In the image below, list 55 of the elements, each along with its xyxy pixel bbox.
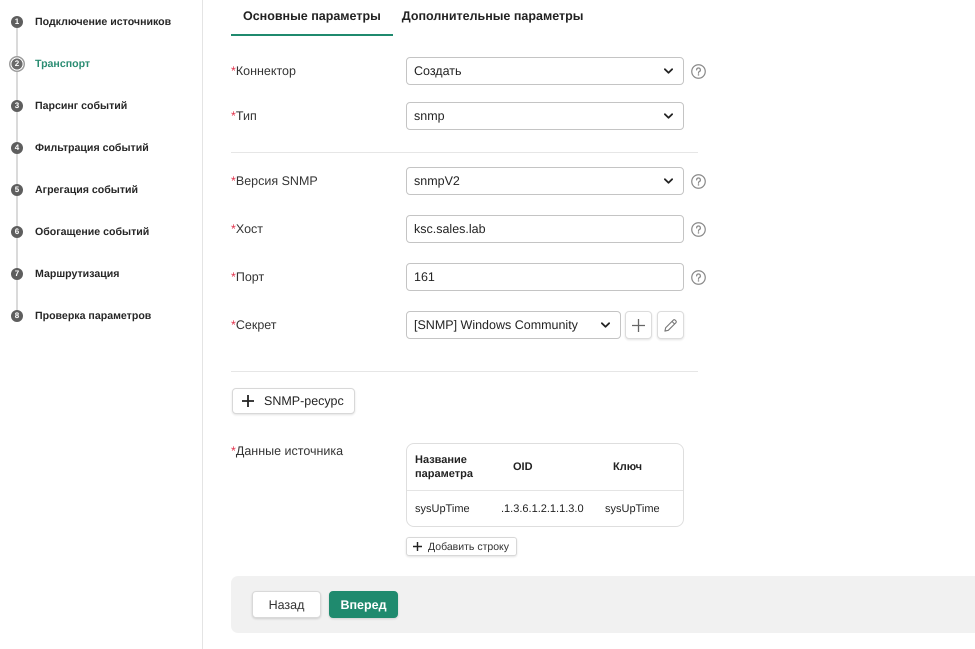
back-button[interactable]: Назад <box>252 591 321 618</box>
step-link[interactable]: Транспорт <box>35 58 90 70</box>
step-number: 8 <box>11 310 23 322</box>
add-button[interactable] <box>625 311 652 339</box>
field-label: *Версия SNMP <box>231 174 319 188</box>
step-link[interactable]: Парсинг событий <box>35 100 128 112</box>
text-field[interactable]: 161 <box>406 263 684 291</box>
dropdown-field[interactable]: snmpV2 <box>406 167 684 195</box>
dropdown-field[interactable]: [SNMP] Windows Community <box>406 311 621 339</box>
field-label: *Тип <box>231 109 258 123</box>
step-number: 6 <box>11 226 23 238</box>
help-icon[interactable] <box>691 174 706 188</box>
step-link[interactable]: Агрегация событий <box>35 184 138 196</box>
plus-icon <box>242 395 254 407</box>
step-number: 4 <box>11 142 23 154</box>
plus-icon <box>632 318 645 332</box>
table-cell-text: .1.3.6.1.2.1.1.3.0 <box>500 502 585 516</box>
step-link[interactable]: Фильтрация событий <box>35 142 149 154</box>
table-cell-text: sysUpTime <box>604 502 661 516</box>
column-header: Ключ <box>599 444 683 491</box>
chevron-down-icon <box>664 113 673 119</box>
next-button[interactable]: Вперед <box>329 591 398 618</box>
field-label: *Хост <box>231 222 264 236</box>
tab[interactable]: Дополнительные параметры <box>392 0 596 36</box>
tab[interactable]: Основные параметры <box>231 0 393 36</box>
field-label: *Секрет <box>231 318 278 332</box>
step-number: 5 <box>11 184 23 196</box>
add-row-button[interactable]: Добавить строку <box>406 537 518 556</box>
add-resource-button[interactable]: SNMP-ресурс <box>232 388 355 414</box>
field-label: *Данные источника <box>231 444 344 458</box>
help-icon[interactable] <box>691 222 706 236</box>
field-label: *Коннектор <box>231 64 297 78</box>
chevron-down-icon <box>664 178 673 184</box>
step-number: 3 <box>11 100 23 112</box>
column-header: Название параметра <box>407 444 497 491</box>
step-link[interactable]: Проверка параметров <box>35 310 152 322</box>
step-number: 2 <box>9 56 25 72</box>
table-cell-text: sysUpTime <box>414 502 471 516</box>
chevron-down-icon <box>664 68 673 74</box>
step-link[interactable]: Маршрутизация <box>35 268 120 280</box>
chevron-down-icon <box>601 322 610 328</box>
step-link[interactable]: Подключение источников <box>35 16 172 28</box>
plus-icon <box>413 542 422 551</box>
field-label: *Порт <box>231 270 266 284</box>
help-icon[interactable] <box>691 270 706 284</box>
help-icon[interactable] <box>691 64 706 78</box>
step-number: 1 <box>11 16 23 28</box>
step-number: 7 <box>11 268 23 280</box>
text-field[interactable]: ksc.sales.lab <box>406 215 684 243</box>
pencil-icon <box>664 318 677 332</box>
dropdown-field[interactable]: Создать <box>406 57 684 85</box>
step-link[interactable]: Обогащение событий <box>35 226 150 238</box>
edit-button[interactable] <box>657 311 684 339</box>
dropdown-field[interactable]: snmp <box>406 102 684 130</box>
column-header: OID <box>497 444 599 491</box>
